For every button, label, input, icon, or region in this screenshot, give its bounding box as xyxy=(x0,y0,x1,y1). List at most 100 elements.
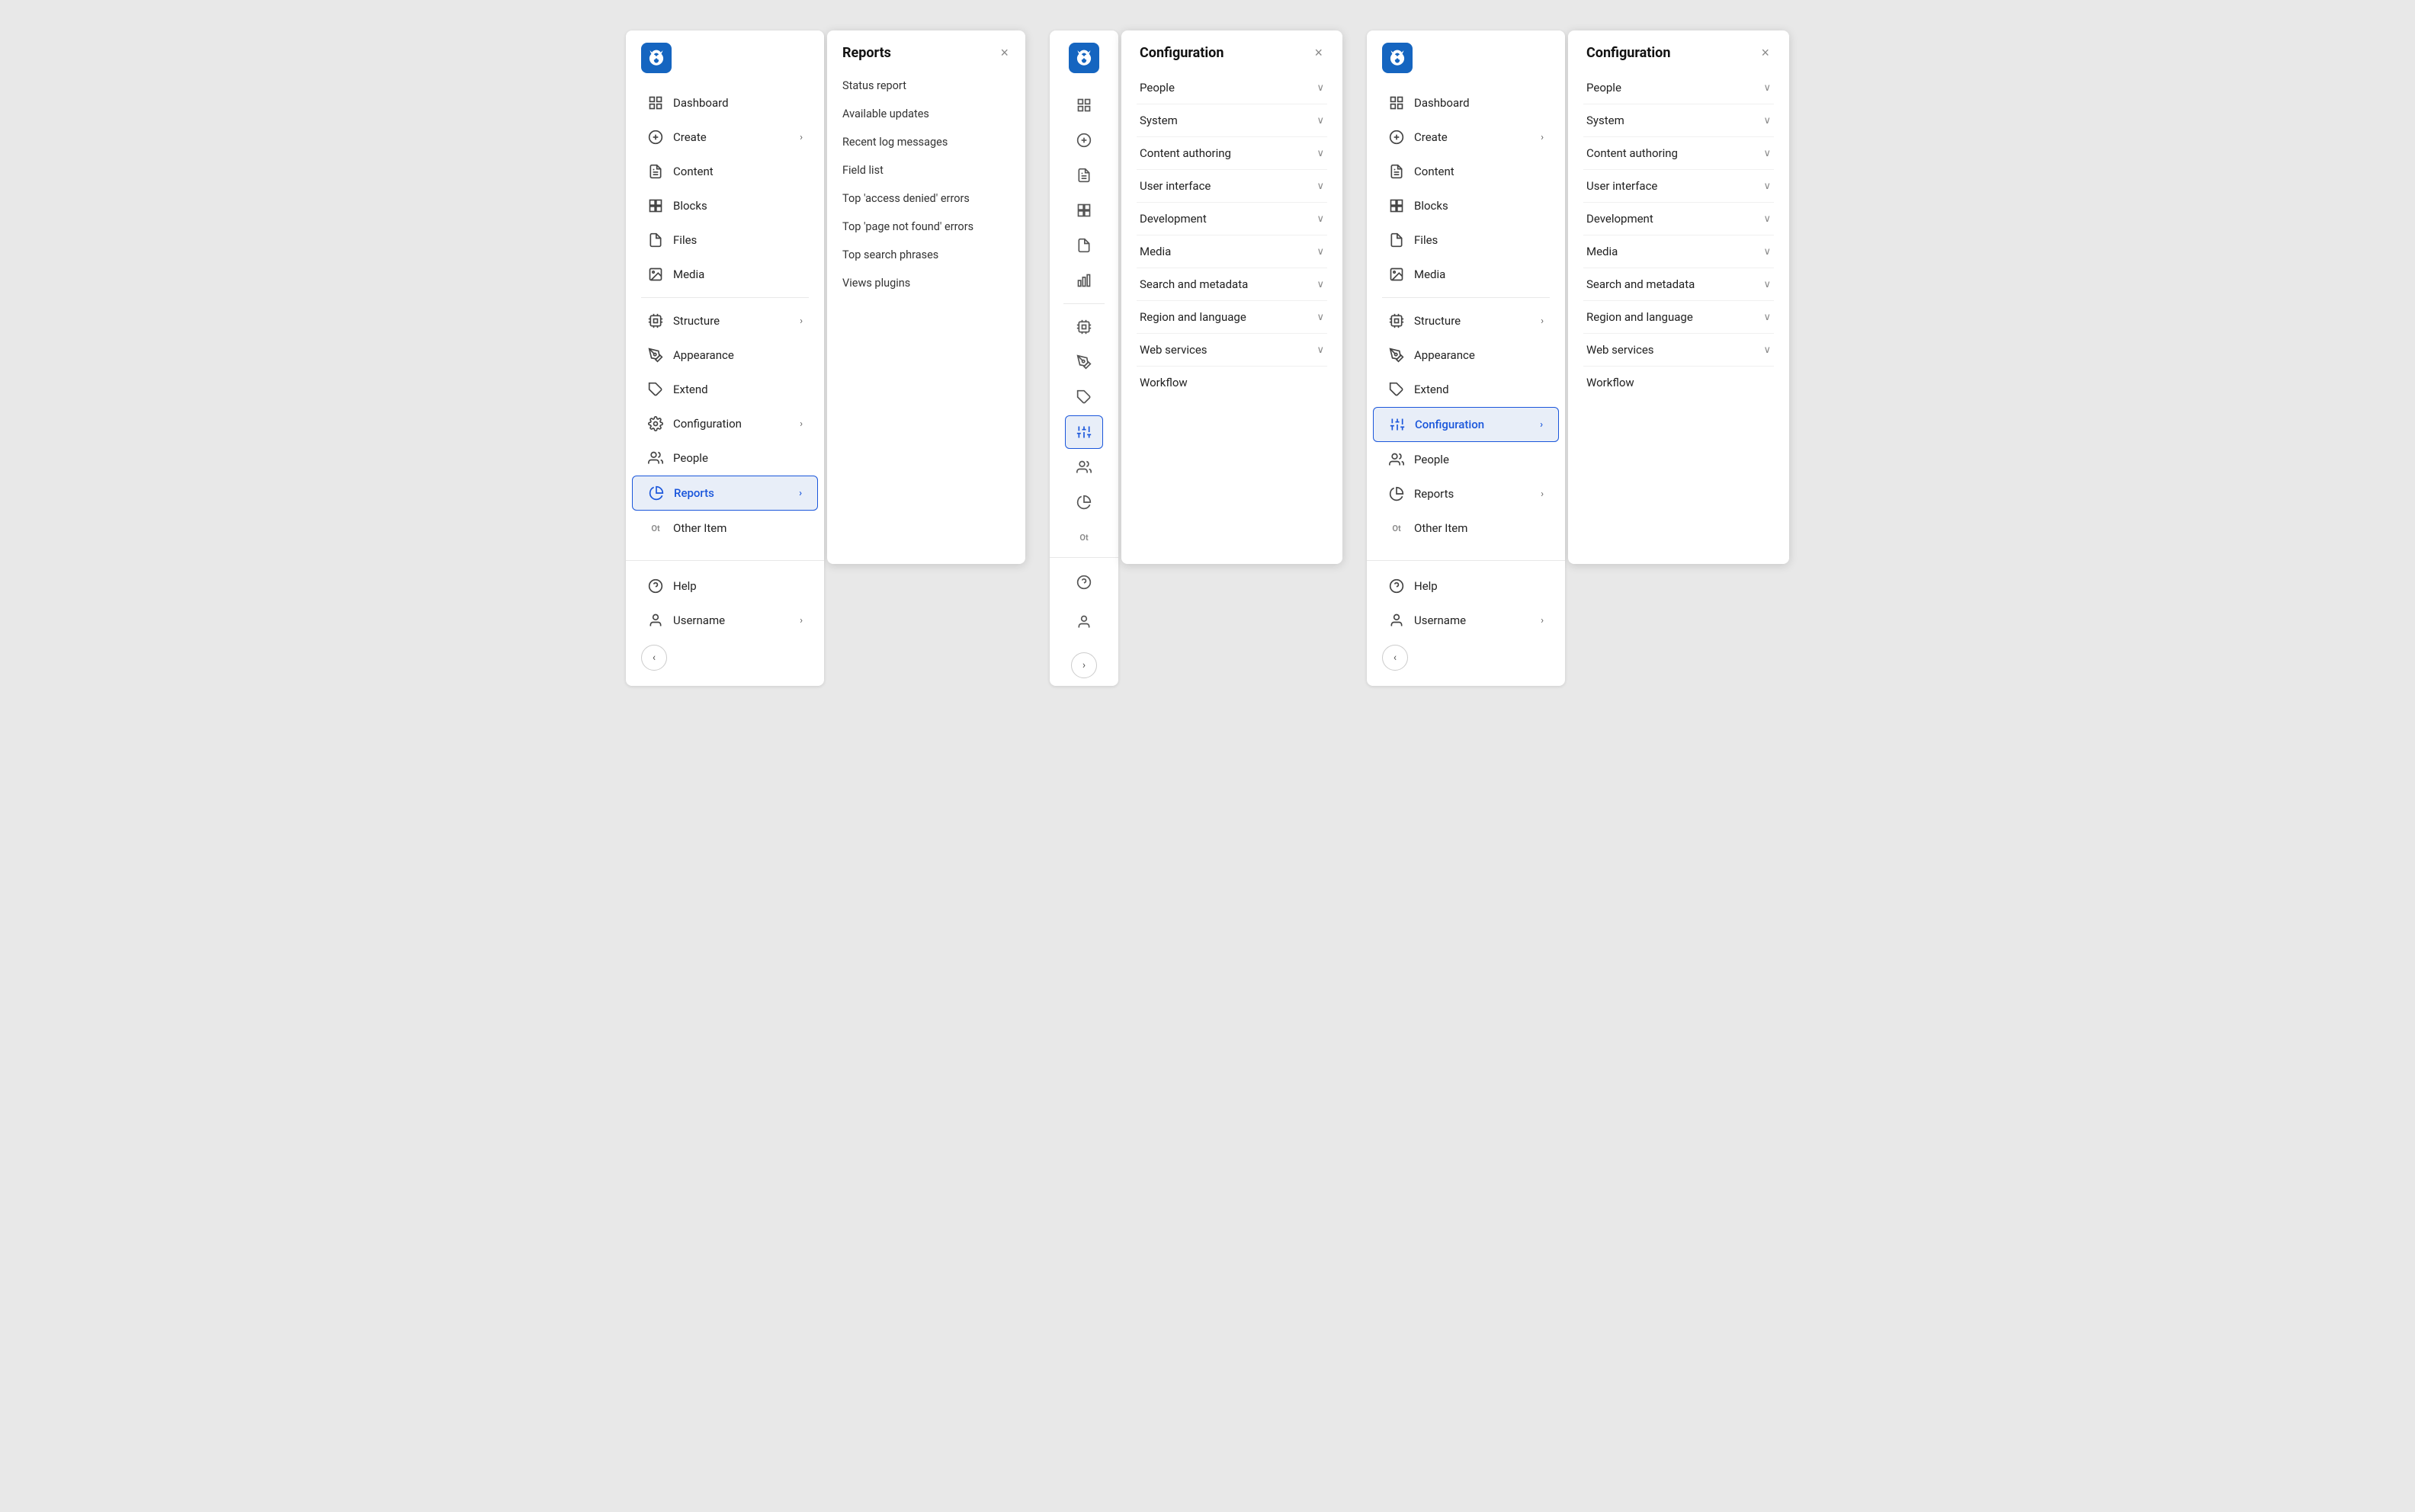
sidebar-item-configuration[interactable]: Configuration › xyxy=(632,407,818,440)
chevron-down-icon: ∨ xyxy=(1317,344,1324,356)
small-nav-dashboard[interactable] xyxy=(1065,88,1103,122)
config-item-web-services[interactable]: Web services ∨ xyxy=(1137,334,1327,367)
small-nav-other[interactable]: Ot xyxy=(1065,521,1103,554)
config-item-label: System xyxy=(1586,114,1624,127)
sidebar-item-dashboard-3[interactable]: Dashboard xyxy=(1373,86,1559,120)
config-item-label: Development xyxy=(1586,212,1653,226)
flyout-item-page-not-found[interactable]: Top 'page not found' errors xyxy=(842,213,1010,241)
config-item-people[interactable]: People ∨ xyxy=(1137,72,1327,104)
config-item-user-interface[interactable]: User interface ∨ xyxy=(1137,170,1327,203)
config-item-region-language-3[interactable]: Region and language ∨ xyxy=(1583,301,1774,334)
sidebar-item-reports[interactable]: Reports › xyxy=(632,476,818,511)
sidebar-item-label: Configuration xyxy=(1415,418,1531,431)
close-button-3[interactable]: × xyxy=(1759,44,1771,61)
config-item-web-services-3[interactable]: Web services ∨ xyxy=(1583,334,1774,367)
config-item-development-3[interactable]: Development ∨ xyxy=(1583,203,1774,235)
sidebar-item-files-3[interactable]: Files xyxy=(1373,223,1559,257)
sidebar-item-extend[interactable]: Extend xyxy=(632,373,818,406)
sidebar-item-content-3[interactable]: Content xyxy=(1373,155,1559,188)
config-item-label: System xyxy=(1140,114,1178,127)
flyout-item-status-report[interactable]: Status report xyxy=(842,72,1010,100)
config-item-workflow-3[interactable]: Workflow xyxy=(1583,367,1774,399)
image-icon xyxy=(647,266,664,283)
sidebar-item-username[interactable]: Username › xyxy=(632,604,818,637)
config-item-development[interactable]: Development ∨ xyxy=(1137,203,1327,235)
small-nav-pie[interactable] xyxy=(1065,485,1103,519)
flyout-item-views-plugins[interactable]: Views plugins xyxy=(842,269,1010,297)
sidebar-item-dashboard[interactable]: Dashboard xyxy=(632,86,818,120)
config-item-people-3[interactable]: People ∨ xyxy=(1583,72,1774,104)
flyout-item-field-list[interactable]: Field list xyxy=(842,156,1010,184)
config-item-search-metadata[interactable]: Search and metadata ∨ xyxy=(1137,268,1327,301)
small-nav-create[interactable] xyxy=(1065,123,1103,157)
close-button-2[interactable]: × xyxy=(1313,44,1324,61)
expand-sidebar-button[interactable]: › xyxy=(1071,652,1097,678)
sidebar-item-files[interactable]: Files xyxy=(632,223,818,257)
sidebar-item-blocks[interactable]: Blocks xyxy=(632,189,818,223)
config-flyout-title-3: Configuration xyxy=(1586,45,1670,61)
close-button[interactable]: × xyxy=(999,44,1010,61)
config-item-content-authoring[interactable]: Content authoring ∨ xyxy=(1137,137,1327,170)
flyout-item-top-search[interactable]: Top search phrases xyxy=(842,241,1010,269)
small-nav-user[interactable] xyxy=(1065,605,1103,639)
small-nav-extend[interactable] xyxy=(1065,380,1103,414)
sidebar-item-label: Media xyxy=(1414,267,1544,281)
small-nav-content[interactable] xyxy=(1065,159,1103,192)
sidebar-item-label: Blocks xyxy=(1414,199,1544,213)
config-item-region-language[interactable]: Region and language ∨ xyxy=(1137,301,1327,334)
sidebar-footer-1: Help Username › ‹ xyxy=(626,560,824,686)
flyout-item-available-updates[interactable]: Available updates xyxy=(842,100,1010,128)
drupal-logo-2[interactable] xyxy=(1069,43,1099,73)
config-item-user-interface-3[interactable]: User interface ∨ xyxy=(1583,170,1774,203)
chevron-down-icon: ∨ xyxy=(1763,246,1771,258)
drupal-logo-3[interactable] xyxy=(1382,43,1413,73)
sidebar-item-media-3[interactable]: Media xyxy=(1373,258,1559,291)
sidebar-item-media[interactable]: Media xyxy=(632,258,818,291)
small-nav-help[interactable] xyxy=(1065,565,1103,599)
config-item-search-metadata-3[interactable]: Search and metadata ∨ xyxy=(1583,268,1774,301)
sidebar-item-username-3[interactable]: Username › xyxy=(1373,604,1559,637)
sidebar-item-people[interactable]: People xyxy=(632,441,818,475)
drupal-logo-1[interactable] xyxy=(641,43,672,73)
sidebar-item-label: People xyxy=(1414,453,1544,466)
small-nav-configuration[interactable] xyxy=(1065,415,1103,449)
sidebar-item-label: Media xyxy=(673,267,803,281)
collapse-sidebar-button-3[interactable]: ‹ xyxy=(1382,645,1408,671)
sidebar-item-content[interactable]: Content xyxy=(632,155,818,188)
sidebar-item-reports-3[interactable]: Reports › xyxy=(1373,477,1559,511)
config-item-content-authoring-3[interactable]: Content authoring ∨ xyxy=(1583,137,1774,170)
sidebar-item-structure[interactable]: Structure › xyxy=(632,304,818,338)
sidebar-item-people-3[interactable]: People xyxy=(1373,443,1559,476)
sidebar-item-appearance[interactable]: Appearance xyxy=(632,338,818,372)
config-item-media[interactable]: Media ∨ xyxy=(1137,235,1327,268)
collapse-sidebar-button[interactable]: ‹ xyxy=(641,645,667,671)
config-item-media-3[interactable]: Media ∨ xyxy=(1583,235,1774,268)
config-item-system-3[interactable]: System ∨ xyxy=(1583,104,1774,137)
sidebar-item-other-3[interactable]: Ot Other Item xyxy=(1373,511,1559,545)
sidebar-item-other[interactable]: Ot Other Item xyxy=(632,511,818,545)
flyout-item-access-denied[interactable]: Top 'access denied' errors xyxy=(842,184,1010,213)
sidebar-item-configuration-3[interactable]: Configuration › xyxy=(1373,407,1559,442)
sidebar-item-blocks-3[interactable]: Blocks xyxy=(1373,189,1559,223)
pen-tool-icon xyxy=(647,347,664,364)
sidebar-item-extend-3[interactable]: Extend xyxy=(1373,373,1559,406)
sidebar-item-create[interactable]: Create › xyxy=(632,120,818,154)
flyout-item-recent-log[interactable]: Recent log messages xyxy=(842,128,1010,156)
chevron-down-icon: ∨ xyxy=(1763,279,1771,290)
sidebar-item-help-3[interactable]: Help xyxy=(1373,569,1559,603)
small-nav-structure[interactable] xyxy=(1065,310,1103,344)
sidebar-item-label: People xyxy=(673,451,803,465)
config-item-system[interactable]: System ∨ xyxy=(1137,104,1327,137)
sidebar-item-structure-3[interactable]: Structure › xyxy=(1373,304,1559,338)
puzzle-icon xyxy=(1076,389,1092,405)
small-nav-people[interactable] xyxy=(1065,450,1103,484)
sidebar-item-appearance-3[interactable]: Appearance xyxy=(1373,338,1559,372)
sidebar-item-create-3[interactable]: Create › xyxy=(1373,120,1559,154)
small-nav-reports-icon[interactable] xyxy=(1065,264,1103,297)
config-item-workflow[interactable]: Workflow xyxy=(1137,367,1327,399)
sidebar-item-help[interactable]: Help xyxy=(632,569,818,603)
sidebar-item-label: Dashboard xyxy=(673,96,803,110)
small-nav-appearance[interactable] xyxy=(1065,345,1103,379)
small-nav-blocks[interactable] xyxy=(1065,194,1103,227)
small-nav-files[interactable] xyxy=(1065,229,1103,262)
